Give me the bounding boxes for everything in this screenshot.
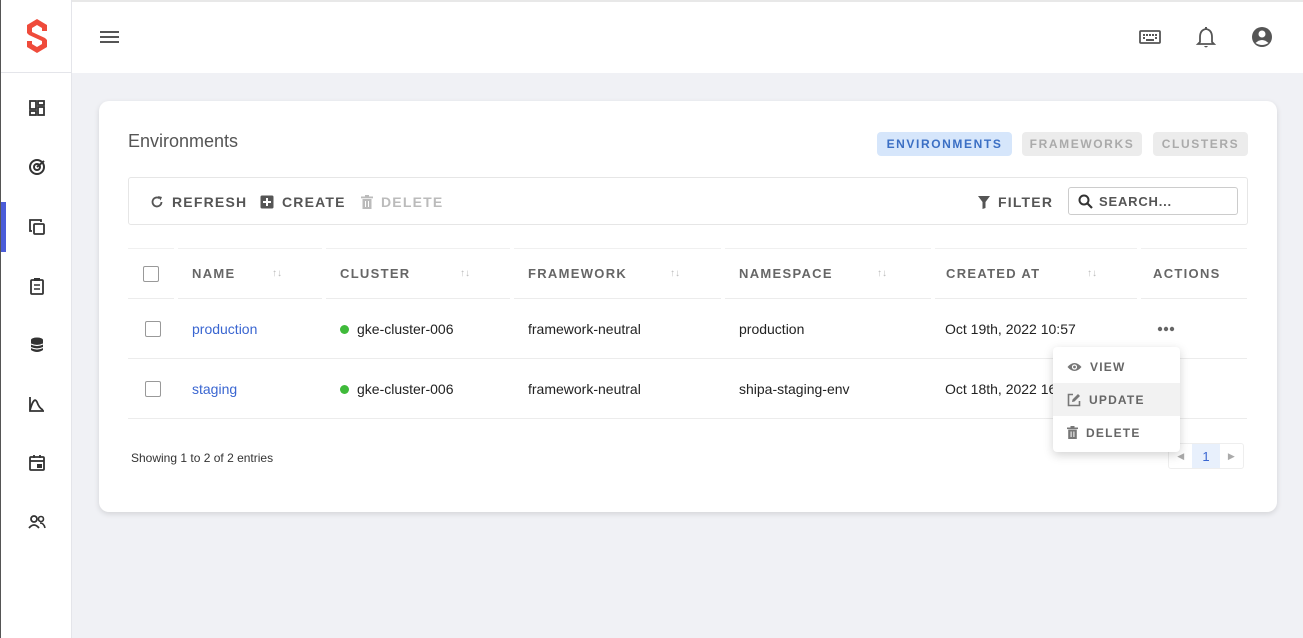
cluster-value: gke-cluster-006 <box>357 321 454 337</box>
row-checkbox-cell <box>145 360 161 418</box>
people-icon <box>27 515 46 529</box>
namespace-cell: shipa-staging-env <box>739 381 850 397</box>
sidebar-item-target[interactable] <box>1 142 72 192</box>
sort-arrows-icon[interactable]: ↑↓ <box>1087 268 1097 279</box>
column-header-cluster[interactable]: CLUSTER ↑↓ <box>326 248 510 299</box>
cluster-cell: gke-cluster-006 <box>340 360 454 418</box>
name-cell: production <box>192 300 257 358</box>
name-cell: staging <box>192 360 237 418</box>
cluster-cell: gke-cluster-006 <box>340 300 454 358</box>
chart-icon <box>28 397 44 412</box>
column-header-name[interactable]: NAME ↑↓ <box>178 248 322 299</box>
create-button[interactable]: CREATE <box>260 192 346 212</box>
status-dot <box>340 324 349 334</box>
cluster-value: gke-cluster-006 <box>357 381 454 397</box>
clipboard-icon <box>29 278 44 295</box>
keyboard-icon[interactable] <box>1139 26 1161 48</box>
sort-arrows-icon[interactable]: ↑↓ <box>272 268 282 279</box>
tab-environments[interactable]: ENVIRONMENTS <box>877 132 1012 156</box>
tab-frameworks[interactable]: FRAMEWORKS <box>1022 132 1142 156</box>
framework-cell: framework-neutral <box>528 321 641 337</box>
filter-button[interactable]: FILTER <box>978 192 1053 212</box>
sidebar-item-chart[interactable] <box>1 379 72 429</box>
layers-icon <box>28 219 45 235</box>
column-header-created-at[interactable]: CREATED AT ↑↓ <box>935 248 1137 299</box>
account-circle-icon[interactable] <box>1251 26 1273 48</box>
edit-icon <box>1067 393 1081 406</box>
bell-icon[interactable] <box>1195 26 1217 50</box>
sort-arrows-icon[interactable]: ↑↓ <box>670 268 680 279</box>
sidebar-item-calendar[interactable] <box>1 438 72 488</box>
delete-button[interactable]: DELETE <box>361 192 443 212</box>
target-icon <box>28 159 45 175</box>
menu-item-delete[interactable]: DELETE <box>1053 416 1180 449</box>
page-number-button[interactable]: 1 <box>1192 444 1220 468</box>
namespace-cell: production <box>739 321 805 337</box>
environment-name-link[interactable]: staging <box>192 381 237 397</box>
framework-cell: framework-neutral <box>528 381 641 397</box>
top-header <box>72 0 1303 73</box>
sidebar-item-people[interactable] <box>1 497 72 547</box>
row-checkbox-cell <box>145 300 161 358</box>
previous-page-icon[interactable]: ◀ <box>1169 451 1192 462</box>
sort-arrows-icon[interactable]: ↑↓ <box>877 268 887 279</box>
sidebar-item-database[interactable] <box>1 320 72 370</box>
add-box-icon <box>260 195 274 209</box>
row-actions-menu: VIEW UPDATE DELETE <box>1053 347 1180 452</box>
refresh-button[interactable]: REFRESH <box>150 192 247 212</box>
column-header-namespace[interactable]: NAMESPACE ↑↓ <box>725 248 931 299</box>
table-header: NAME ↑↓ CLUSTER ↑↓ FRAMEWORK ↑↓ NAMESPAC… <box>128 248 1247 300</box>
column-namespace-label: NAMESPACE <box>739 266 833 281</box>
sidebar-item-environments[interactable] <box>1 202 72 252</box>
search-box[interactable] <box>1068 187 1238 215</box>
menu-item-update-label: UPDATE <box>1089 392 1145 407</box>
row-checkbox[interactable] <box>145 321 161 337</box>
column-cluster-label: CLUSTER <box>340 266 411 281</box>
create-label: CREATE <box>282 194 346 210</box>
database-icon <box>30 337 43 352</box>
filter-label: FILTER <box>998 194 1054 210</box>
menu-item-delete-label: DELETE <box>1086 425 1141 440</box>
tab-clusters[interactable]: CLUSTERS <box>1153 132 1248 156</box>
sidebar-item-clipboard[interactable] <box>1 261 72 311</box>
more-horizontal-icon[interactable] <box>1157 326 1175 332</box>
column-header-actions: ACTIONS <box>1141 248 1247 299</box>
calendar-icon <box>28 455 45 471</box>
sidebar <box>0 0 72 638</box>
dashboard-icon <box>28 100 45 116</box>
created-at-cell: Oct 18th, 2022 16 <box>945 381 1057 397</box>
menu-icon[interactable] <box>100 29 120 45</box>
next-page-icon[interactable]: ▶ <box>1220 451 1243 462</box>
filter-icon <box>978 195 990 209</box>
logo-icon <box>26 19 47 53</box>
menu-item-view[interactable]: VIEW <box>1053 350 1180 383</box>
column-created-at-label: CREATED AT <box>946 266 1041 281</box>
shipa-logo[interactable] <box>1 0 72 73</box>
sidebar-item-dashboard[interactable] <box>1 83 72 133</box>
eye-icon <box>1067 362 1082 371</box>
column-framework-label: FRAMEWORK <box>528 266 628 281</box>
environment-name-link[interactable]: production <box>192 321 257 337</box>
refresh-label: REFRESH <box>172 194 248 210</box>
status-dot <box>340 384 349 394</box>
refresh-icon <box>151 196 163 208</box>
trash-icon <box>1067 426 1078 439</box>
select-all-checkbox[interactable] <box>143 265 159 282</box>
column-actions-label: ACTIONS <box>1153 266 1221 281</box>
header-select-all-cell <box>128 248 174 299</box>
menu-item-update[interactable]: UPDATE <box>1053 383 1180 416</box>
entries-summary: Showing 1 to 2 of 2 entries <box>131 451 274 465</box>
column-name-label: NAME <box>192 266 236 281</box>
menu-item-view-label: VIEW <box>1090 359 1126 374</box>
sort-arrows-icon[interactable]: ↑↓ <box>460 268 470 279</box>
column-header-framework[interactable]: FRAMEWORK ↑↓ <box>514 248 721 299</box>
search-input[interactable] <box>1099 193 1229 209</box>
delete-label: DELETE <box>381 194 444 210</box>
page-title: Environments <box>128 131 239 151</box>
trash-icon <box>361 195 373 209</box>
table-toolbar: REFRESH CREATE DELETE FILTER <box>128 177 1248 225</box>
row-checkbox[interactable] <box>145 381 161 397</box>
search-icon <box>1078 194 1093 209</box>
